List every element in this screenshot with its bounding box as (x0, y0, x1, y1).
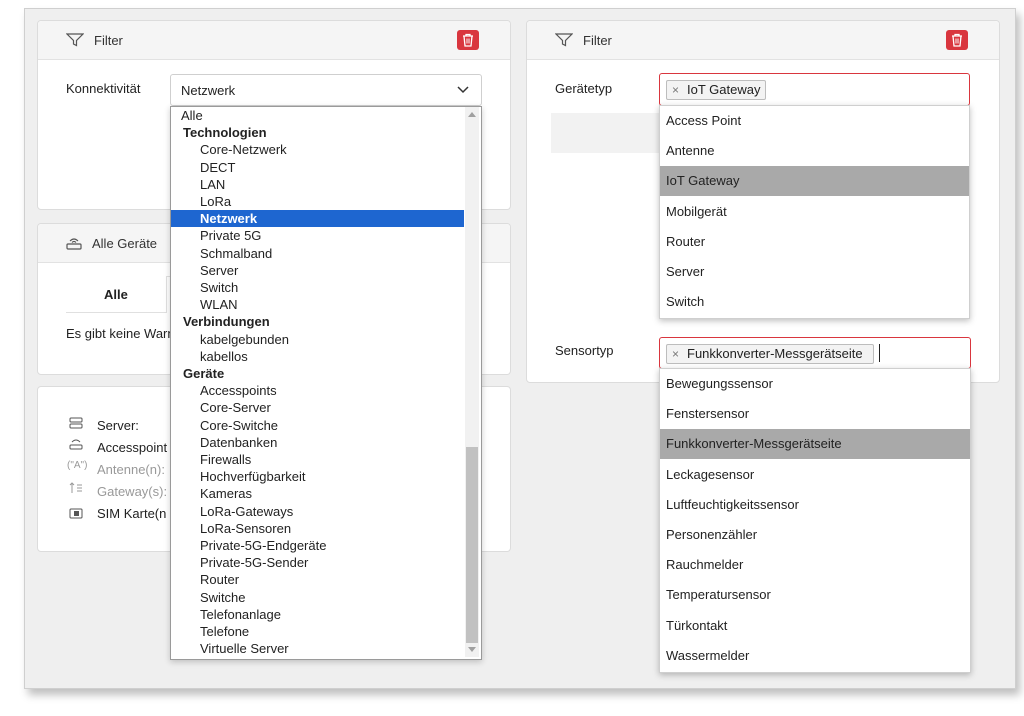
stat-gateway: Gateway(s): (97, 484, 168, 499)
sensortyp-option[interactable]: Leckagesensor (660, 460, 970, 490)
dropdown-option[interactable]: LoRa (171, 193, 464, 210)
sensortyp-option[interactable]: Funkkonverter-Messgerätseite (660, 429, 970, 460)
geraetetyp-option[interactable]: Access Point (660, 106, 969, 136)
router-icon (66, 238, 82, 250)
sensortyp-option[interactable]: Temperatursensor (660, 580, 970, 610)
sensortyp-option[interactable]: Personenzähler (660, 520, 970, 550)
accesspoint-icon (69, 439, 83, 450)
dropdown-option[interactable]: Virtuelle Server (171, 640, 464, 657)
dropdown-option[interactable]: LAN (171, 176, 464, 193)
stat-accesspoint: Accesspoint (97, 440, 168, 455)
konnektivitaet-select[interactable]: Netzwerk (170, 74, 482, 106)
konnektivitaet-value: Netzwerk (181, 83, 236, 98)
no-warnings-message: Es gibt keine Warn (66, 326, 175, 341)
dropdown-group-header: Geräte (183, 366, 225, 381)
antenna-icon: ("A") (67, 460, 88, 471)
sensortyp-multiselect[interactable]: × Funkkonverter-Messgerätseite (659, 337, 971, 369)
dropdown-option[interactable]: Private-5G-Sender (171, 554, 464, 571)
dropdown-option[interactable]: Core-Netzwerk (171, 141, 464, 158)
scroll-down-icon[interactable] (468, 647, 476, 653)
sensortyp-tag: × Funkkonverter-Messgerätseite (666, 344, 874, 364)
scroll-up-icon[interactable] (468, 111, 476, 117)
geraetetyp-tag-label: IoT Gateway (687, 82, 761, 97)
dropdown-option[interactable]: Telefonanlage (171, 606, 464, 623)
dropdown-option[interactable]: LoRa-Gateways (171, 503, 464, 520)
geraetetyp-tag: × IoT Gateway (666, 80, 766, 100)
dropdown-option[interactable]: Datenbanken (171, 434, 464, 451)
sensortyp-tag-label: Funkkonverter-Messgerätseite (687, 346, 863, 361)
filter-right-title: Filter (583, 33, 612, 48)
geraetetyp-option[interactable]: Mobilgerät (660, 197, 969, 227)
filter-icon (555, 33, 573, 47)
chevron-down-icon (457, 86, 469, 94)
dropdown-option[interactable]: Hochverfügbarkeit (171, 468, 464, 485)
placeholder-block (551, 113, 661, 153)
geraetetyp-option[interactable]: Server (660, 257, 969, 287)
dropdown-option[interactable]: Schmalband (171, 245, 464, 262)
dropdown-group-header: Technologien (183, 125, 267, 141)
geraetetyp-option[interactable]: IoT Gateway (660, 166, 969, 197)
tag-remove-icon[interactable]: × (672, 81, 679, 99)
filter-card-right-header: Filter (527, 21, 999, 60)
sensortyp-option[interactable]: Bewegungssensor (660, 369, 970, 399)
filter-icon (66, 33, 84, 47)
dropdown-option[interactable]: Netzwerk (171, 210, 464, 228)
dropdown-option[interactable]: kabellos (171, 348, 464, 365)
dropdown-option[interactable]: DECT (171, 159, 464, 176)
scrollbar-thumb[interactable] (466, 447, 478, 643)
geraetetyp-label: Gerätetyp (555, 81, 613, 96)
stat-sim: SIM Karte(n (97, 506, 167, 521)
filter-title: Filter (94, 33, 123, 48)
geraetetyp-options-list: Access Point Antenne IoT Gateway Mobilgerät… (659, 105, 970, 319)
delete-filter-button[interactable] (457, 30, 479, 50)
dropdown-option[interactable]: Kameras (171, 485, 464, 502)
konnektivitaet-dropdown: Alle Technologien Core-Netzwerk DECT LAN LoRa… (170, 106, 482, 660)
sensortyp-label: Sensortyp (555, 343, 614, 358)
dropdown-option[interactable]: Firewalls (171, 451, 464, 468)
sensortyp-option[interactable]: Türkontakt (660, 611, 970, 641)
geraetetyp-option[interactable]: Antenne (660, 136, 969, 166)
dropdown-option[interactable]: Router (171, 571, 464, 588)
dropdown-option[interactable]: Accesspoints (171, 382, 464, 399)
alle-geraete-title: Alle Geräte (92, 236, 158, 251)
sim-card-icon (69, 508, 83, 519)
sensortyp-option[interactable]: Luftfeuchtigkeitssensor (660, 490, 970, 520)
dropdown-option[interactable]: Core-Switche (171, 417, 464, 434)
dropdown-option[interactable]: kabelgebunden (171, 331, 464, 348)
dropdown-option[interactable]: Switche (171, 589, 464, 606)
filter-card-left-header: Filter (38, 21, 510, 60)
sensortyp-option[interactable]: Rauchmelder (660, 550, 970, 580)
dropdown-option[interactable]: Switch (171, 279, 464, 296)
trash-icon (952, 33, 962, 47)
dropdown-group-header: Verbindungen (183, 314, 270, 330)
text-cursor (879, 344, 880, 362)
tab-alle[interactable]: Alle (66, 276, 166, 313)
server-icon (69, 417, 83, 429)
dropdown-scrollbar[interactable] (465, 107, 479, 657)
dropdown-option[interactable]: Core-Server (171, 399, 464, 416)
dropdown-option[interactable]: Private 5G (171, 227, 464, 244)
dropdown-option[interactable]: Telefone (171, 623, 464, 640)
dropdown-option[interactable]: Server (171, 262, 464, 279)
tab-alle-label: Alle (104, 287, 128, 302)
delete-filter-button[interactable] (946, 30, 968, 50)
geraetetyp-multiselect[interactable]: × IoT Gateway (659, 73, 970, 106)
tag-remove-icon[interactable]: × (672, 345, 679, 363)
stat-server: Server: (97, 418, 139, 433)
geraetetyp-option[interactable]: Router (660, 227, 969, 257)
dropdown-option[interactable]: LoRa-Sensoren (171, 520, 464, 537)
dropdown-option[interactable]: WLAN (171, 296, 464, 313)
stat-antenne: Antenne(n): (97, 462, 165, 477)
sensortyp-options-list: Bewegungssensor Fenstersensor Funkkonverte… (659, 368, 971, 673)
gateway-icon (69, 482, 82, 493)
sensortyp-option[interactable]: Fenstersensor (660, 399, 970, 429)
trash-icon (463, 33, 473, 47)
dropdown-option[interactable]: Private-5G-Endgeräte (171, 537, 464, 554)
geraetetyp-option[interactable]: Switch (660, 287, 969, 317)
konnektivitaet-label: Konnektivität (66, 81, 141, 96)
dropdown-option[interactable]: Alle (171, 107, 464, 124)
sensortyp-option[interactable]: Wassermelder (660, 641, 970, 671)
